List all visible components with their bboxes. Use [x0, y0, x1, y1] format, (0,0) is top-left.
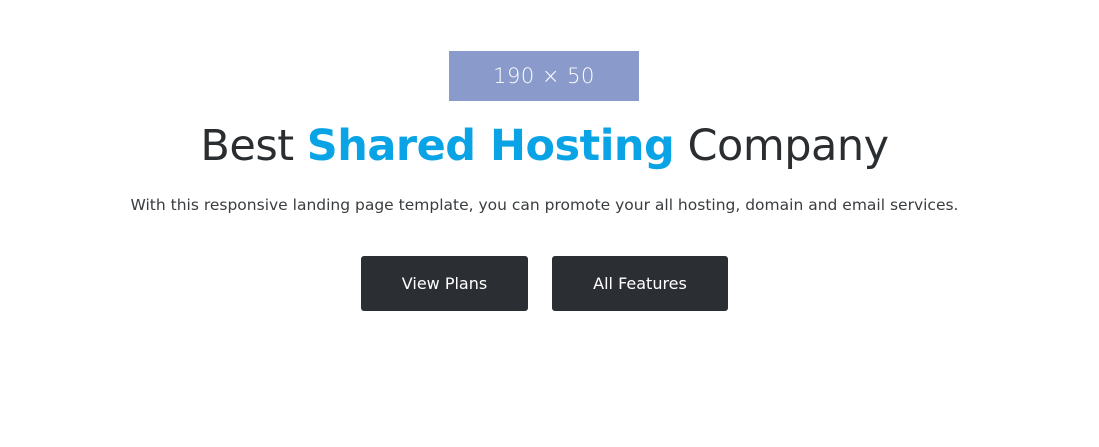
logo-placeholder-text: 190 × 50: [493, 64, 595, 88]
hero-subtitle: With this responsive landing page templa…: [130, 196, 959, 214]
hero-title-accent: Shared Hosting: [306, 121, 675, 171]
hero-title-after: Company: [687, 121, 890, 171]
logo-placeholder: 190 × 50: [449, 51, 639, 101]
hero-section: 190 × 50 Best Shared Hosting Company Wit…: [0, 0, 1099, 447]
hero-title: Best Shared Hosting Company: [0, 114, 1089, 178]
all-features-button[interactable]: All Features: [552, 256, 728, 311]
view-plans-button[interactable]: View Plans: [361, 256, 528, 311]
hero-title-before: Best: [200, 121, 294, 171]
